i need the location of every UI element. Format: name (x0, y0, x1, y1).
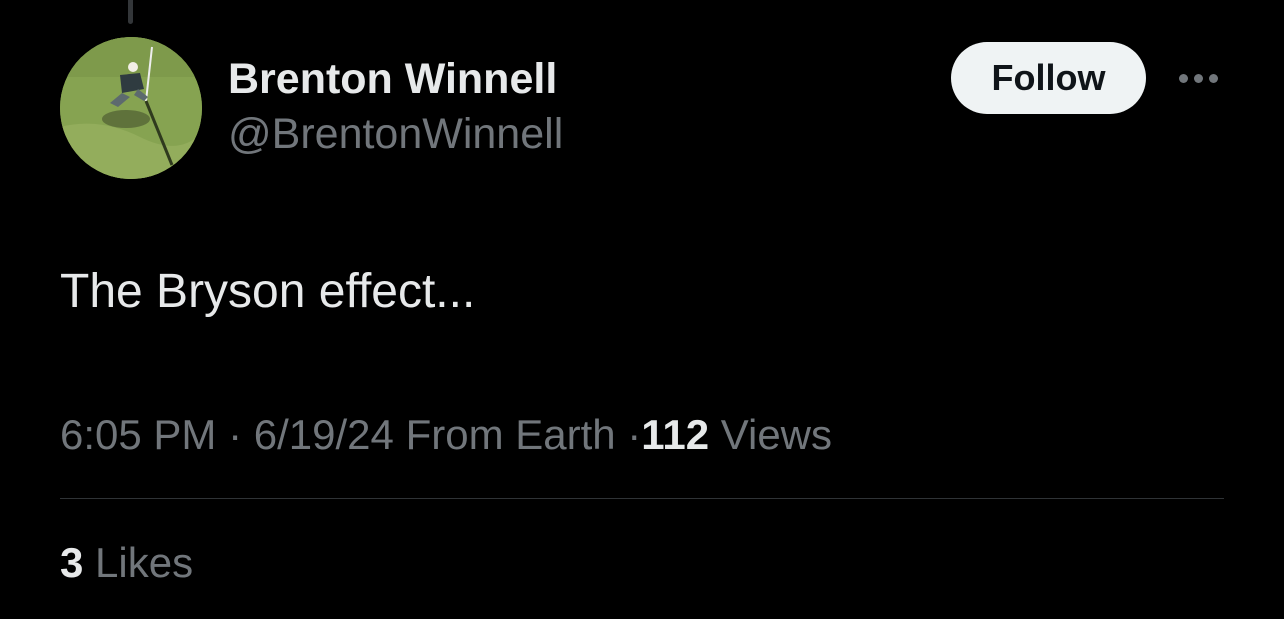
tweet-text: The Bryson effect... (60, 265, 476, 318)
meta-separator: · (228, 411, 243, 458)
author-handle[interactable]: @BrentonWinnell (228, 106, 563, 162)
tweet-time[interactable]: 6:05 PM (60, 411, 216, 458)
divider (60, 498, 1224, 499)
likes-count: 3 (60, 539, 84, 586)
tweet-date[interactable]: 6/19/24 (254, 411, 394, 458)
thread-connector-line (128, 0, 133, 24)
avatar[interactable] (60, 37, 202, 179)
views-label: Views (720, 411, 833, 458)
likes-label: Likes (95, 539, 194, 586)
more-horizontal-icon (1208, 73, 1218, 83)
more-horizontal-icon (1178, 73, 1188, 83)
more-options-button[interactable] (1172, 62, 1224, 94)
avatar-photo (60, 37, 202, 179)
tweet-meta: 6:05 PM · 6/19/24 From Earth ·112 Views (60, 407, 832, 463)
meta-separator: · (627, 411, 642, 458)
author-block[interactable]: Brenton Winnell @BrentonWinnell (228, 52, 563, 162)
likes-link[interactable]: 3 Likes (60, 535, 193, 591)
more-horizontal-icon (1193, 73, 1203, 83)
author-display-name[interactable]: Brenton Winnell (228, 52, 563, 106)
tweet-source: From Earth (405, 411, 616, 458)
views-count: 112 (641, 411, 710, 458)
follow-button[interactable]: Follow (951, 42, 1146, 114)
